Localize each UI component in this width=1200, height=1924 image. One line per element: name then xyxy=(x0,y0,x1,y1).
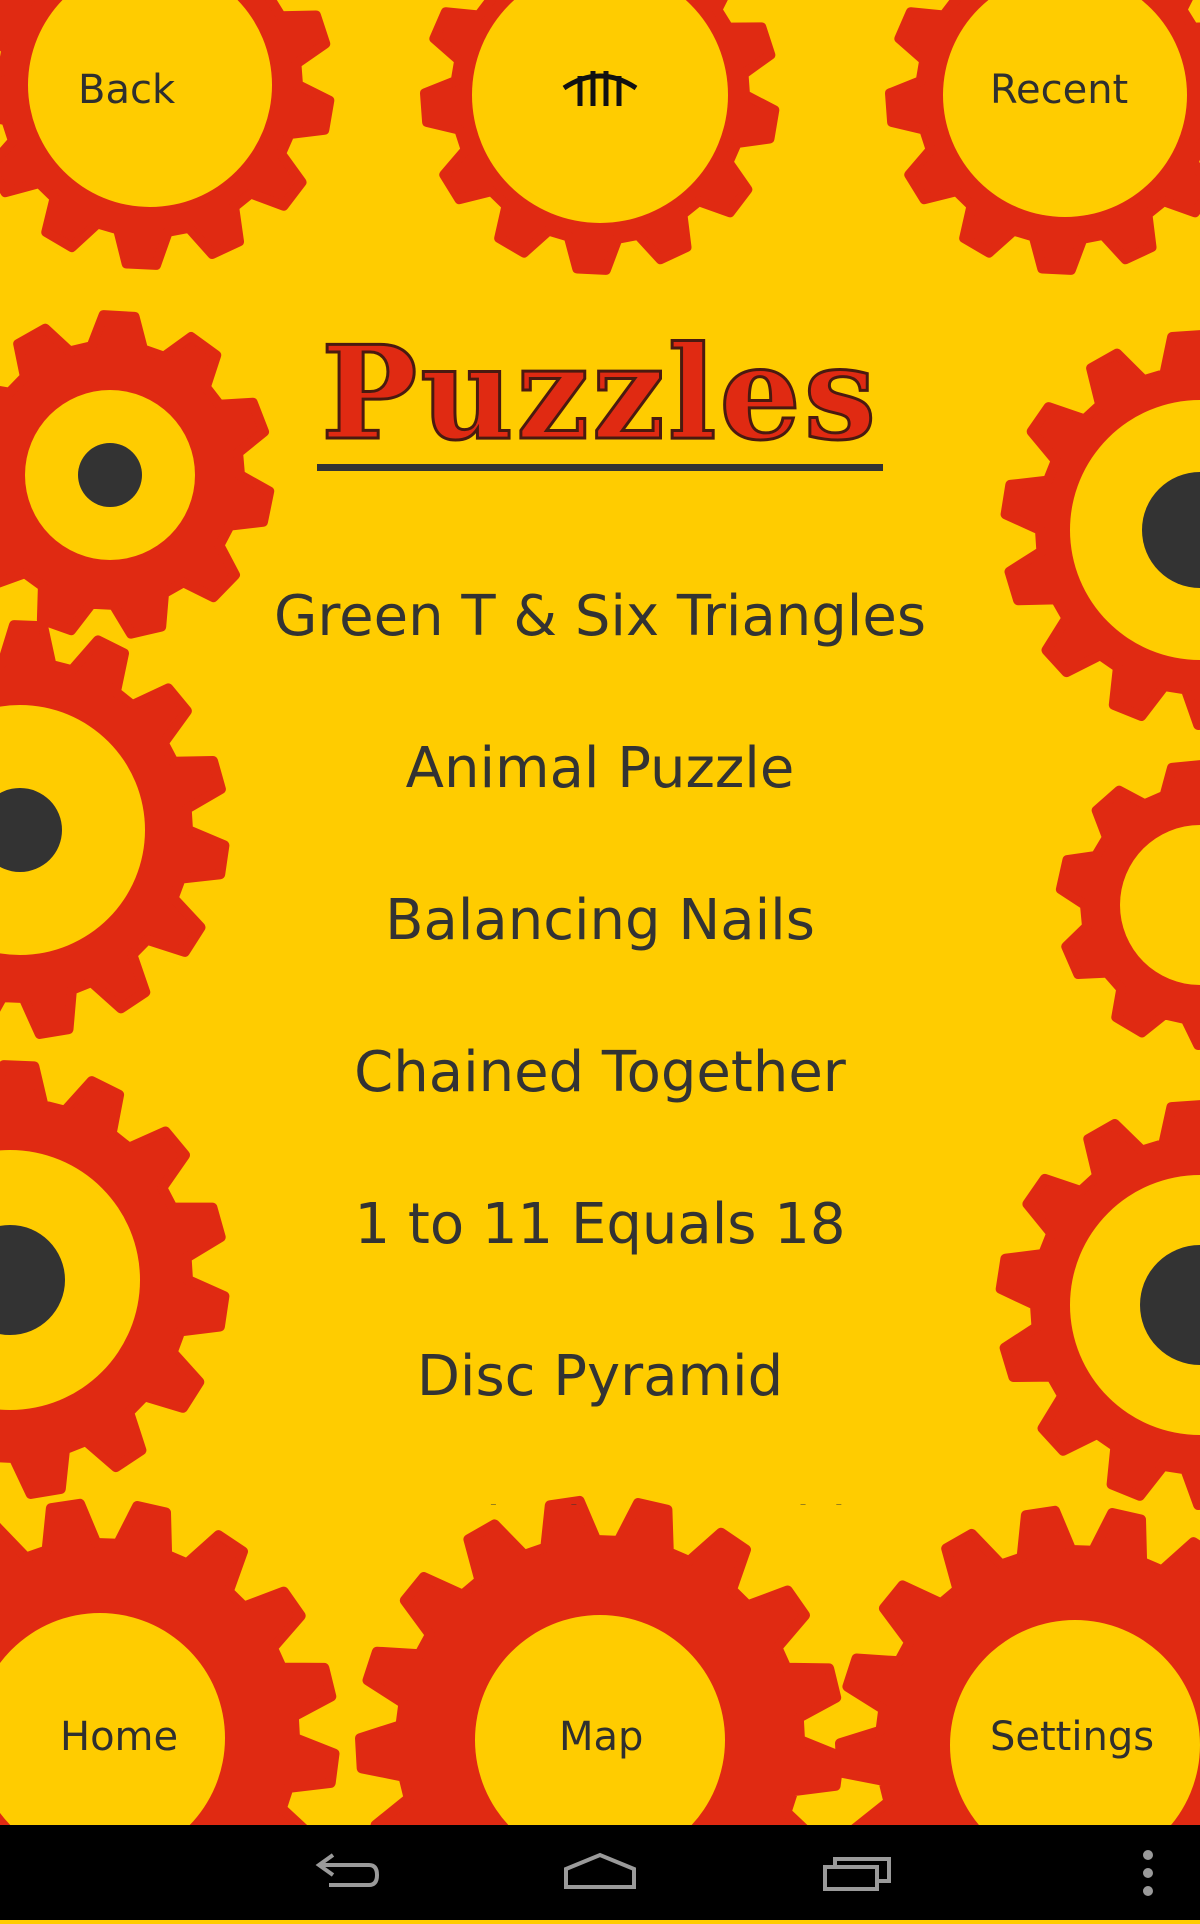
map-button[interactable]: Map xyxy=(559,1717,643,1757)
home-outline-icon[interactable] xyxy=(560,1825,640,1920)
puzzle-list[interactable]: Green T & Six Triangles Animal Puzzle Bala… xyxy=(180,540,1020,1506)
back-arrow-icon[interactable] xyxy=(305,1825,385,1920)
system-nav-bar xyxy=(0,1825,1200,1920)
home-button[interactable]: Home xyxy=(60,1717,178,1757)
puzzle-item[interactable]: Chained Together xyxy=(180,996,1020,1148)
puzzle-item[interactable]: Two Black Pyramids xyxy=(180,1452,1020,1506)
puzzle-item[interactable]: Balancing Nails xyxy=(180,844,1020,996)
overflow-menu-icon[interactable] xyxy=(1130,1825,1170,1920)
bridge-icon[interactable] xyxy=(560,62,640,112)
back-button[interactable]: Back xyxy=(78,70,175,110)
recent-apps-icon[interactable] xyxy=(817,1825,897,1920)
puzzle-item[interactable]: Animal Puzzle xyxy=(180,692,1020,844)
puzzle-item[interactable]: Green T & Six Triangles xyxy=(180,540,1020,692)
puzzle-item[interactable]: 1 to 11 Equals 18 xyxy=(180,1148,1020,1300)
settings-button[interactable]: Settings xyxy=(990,1717,1154,1757)
page-title: Puzzles xyxy=(317,329,883,471)
recent-button[interactable]: Recent xyxy=(990,70,1128,110)
puzzle-item[interactable]: Disc Pyramid xyxy=(180,1300,1020,1452)
